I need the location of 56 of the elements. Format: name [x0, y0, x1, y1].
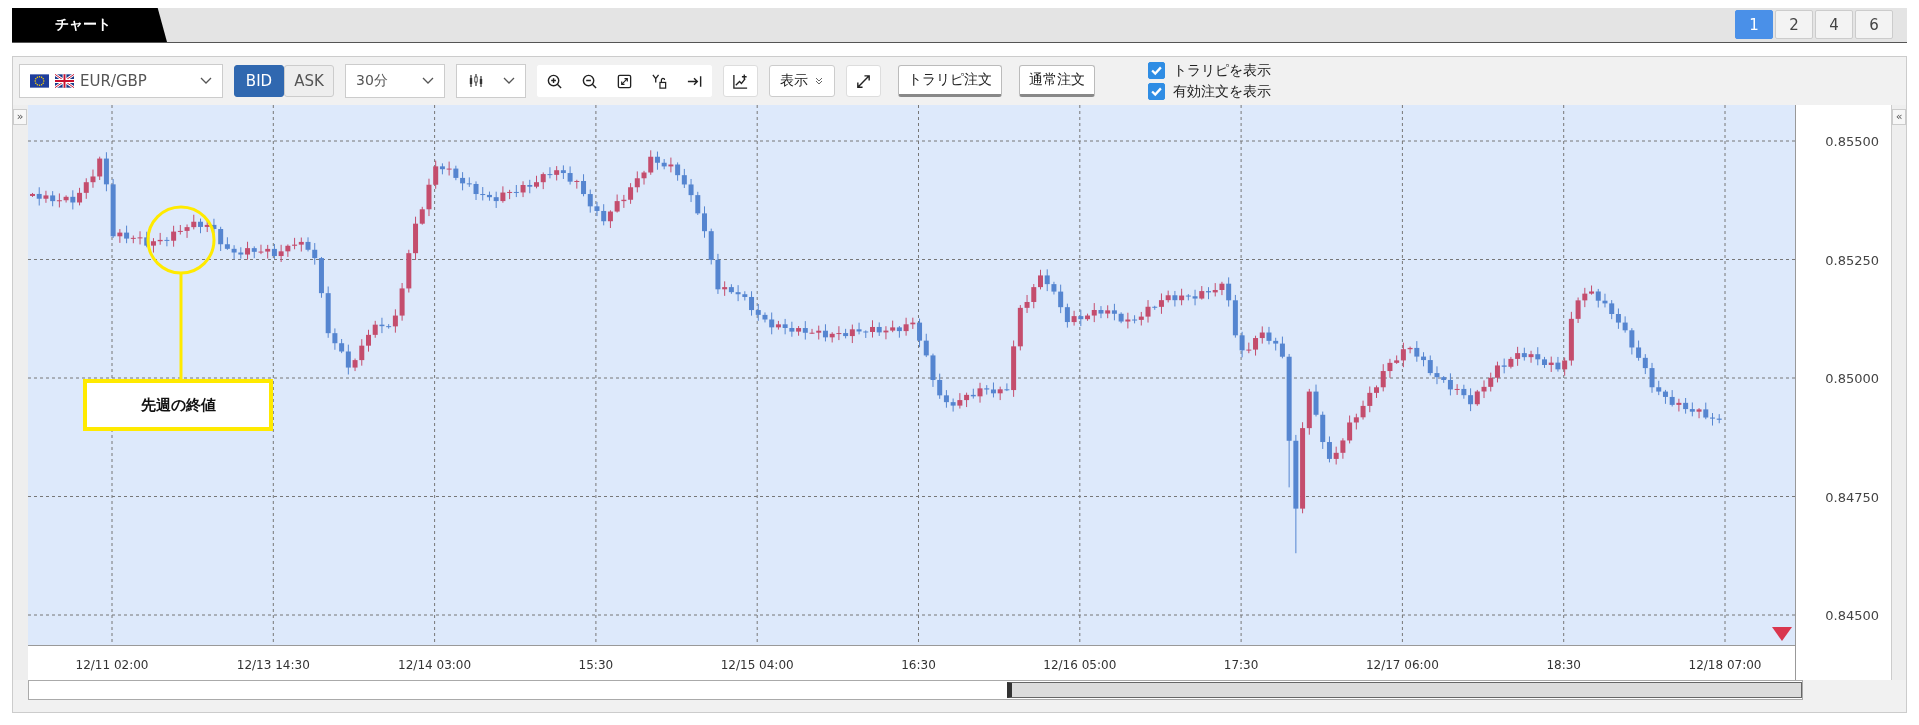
- x-axis-label: 12/17 06:00: [1365, 658, 1439, 672]
- symbol-dropdown[interactable]: EUR/GBP: [19, 64, 223, 98]
- y-lock-icon: [651, 72, 668, 90]
- x-axis-label: 12/11 02:00: [75, 658, 149, 672]
- zoom-in-icon: [546, 72, 563, 90]
- candlestick-icon: [467, 72, 485, 90]
- price-side-toggle[interactable]: BID: [234, 65, 284, 97]
- checkbox-label: トラリピを表示: [1173, 61, 1271, 80]
- expand-left-button[interactable]: »: [13, 109, 27, 125]
- price-side-toggle[interactable]: ASK: [284, 65, 334, 97]
- checkbox[interactable]: [1148, 62, 1165, 79]
- collapse-right-button[interactable]: «: [1892, 109, 1906, 125]
- range-scrollbar[interactable]: [28, 680, 1803, 700]
- x-axis-label: 12/14 03:00: [398, 658, 472, 672]
- y-axis-label: 0.85250: [1825, 252, 1879, 267]
- interval-label: 30分: [356, 72, 388, 90]
- fit-screen-icon: [616, 72, 633, 90]
- chart-plus-icon: [732, 72, 749, 90]
- annotation-label: 先週の終値: [83, 379, 273, 431]
- display-menu-button[interactable]: 表示: [769, 65, 835, 97]
- x-axis-label: 12/18 07:00: [1688, 658, 1762, 672]
- layout-button[interactable]: 2: [1775, 10, 1813, 39]
- caret-icon: [422, 77, 434, 85]
- range-handle[interactable]: [1007, 682, 1802, 698]
- highlight-circle: [146, 205, 216, 275]
- checkbox-label: 有効注文を表示: [1173, 82, 1271, 101]
- layout-button[interactable]: 4: [1815, 10, 1853, 39]
- symbol-label: EUR/GBP: [80, 72, 148, 90]
- checkbox[interactable]: [1148, 83, 1165, 100]
- triangle-marker-icon: [1772, 627, 1792, 641]
- fullscreen-button[interactable]: [846, 65, 881, 97]
- uk-flag-icon: [55, 74, 74, 88]
- y-axis-label: 0.85500: [1825, 133, 1879, 149]
- expand-arrows-icon: [855, 72, 872, 90]
- x-axis-label: 12/15 04:00: [720, 658, 794, 672]
- caret-icon: [200, 77, 212, 85]
- caret-icon: [503, 77, 515, 85]
- chart-tab[interactable]: チャート: [12, 8, 167, 42]
- zoom-out-icon: [581, 72, 598, 90]
- x-axis-label: 16:30: [901, 658, 936, 672]
- y-axis-label: 0.84750: [1825, 489, 1879, 504]
- layout-button[interactable]: 6: [1855, 10, 1893, 39]
- y-axis-label: 0.85000: [1825, 370, 1879, 386]
- chart-type-dropdown[interactable]: [456, 64, 526, 98]
- x-axis-label: 15:30: [578, 658, 614, 672]
- order-button[interactable]: トラリピ注文: [898, 65, 1002, 97]
- x-axis-label: 12/16 05:00: [1043, 658, 1117, 672]
- double-caret-icon: [814, 76, 824, 86]
- order-button[interactable]: 通常注文: [1019, 65, 1095, 97]
- add-indicator-button[interactable]: [723, 65, 758, 97]
- y-axis-label: 0.84500: [1825, 607, 1879, 623]
- x-axis-label: 18:30: [1546, 658, 1581, 672]
- interval-dropdown[interactable]: 30分: [345, 64, 445, 98]
- x-axis-label: 12/13 14:30: [236, 658, 310, 672]
- eu-flag-icon: [30, 74, 49, 88]
- x-axis-label: 17:30: [1223, 658, 1259, 672]
